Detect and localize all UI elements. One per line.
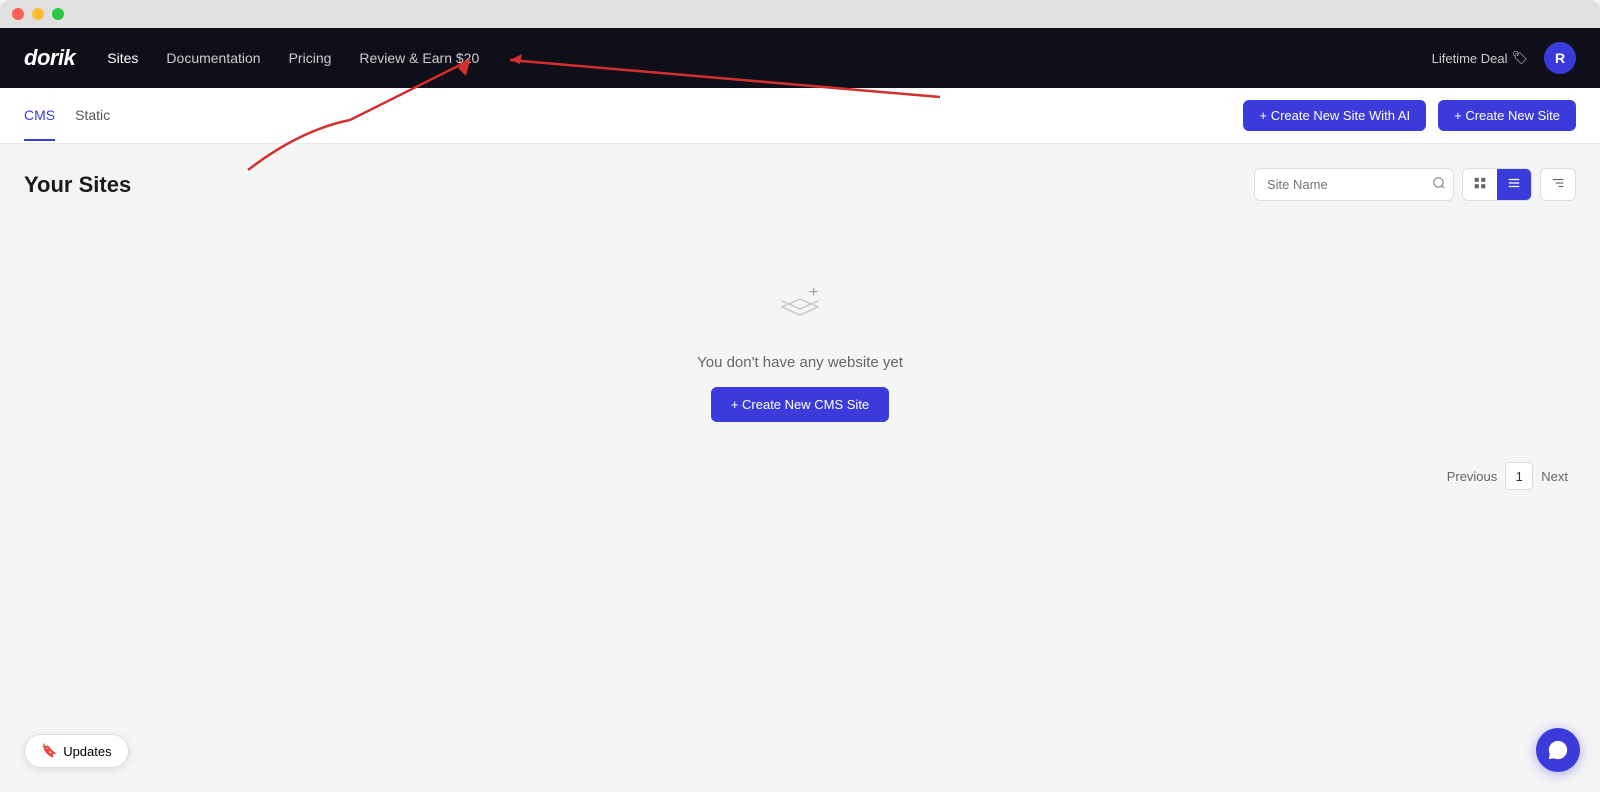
page-header: Your Sites <box>24 168 1576 201</box>
navbar-right: Lifetime Deal 🏷 R <box>1432 42 1576 74</box>
pagination: Previous 1 Next <box>24 462 1576 490</box>
sort-button[interactable] <box>1540 168 1576 201</box>
page-title: Your Sites <box>24 172 131 198</box>
nav-sites[interactable]: Sites <box>107 50 138 66</box>
lifetime-deal-link[interactable]: Lifetime Deal 🏷 <box>1432 50 1528 66</box>
tab-static[interactable]: Static <box>75 91 110 141</box>
chat-button[interactable] <box>1536 728 1580 772</box>
search-button[interactable] <box>1432 176 1446 193</box>
create-cms-site-button[interactable]: + Create New CMS Site <box>711 387 889 422</box>
updates-icon: 🔖 <box>41 743 57 759</box>
grid-icon <box>1473 176 1487 190</box>
navbar: dorik Sites Documentation Pricing Review… <box>0 28 1600 88</box>
search-bar-row <box>1254 168 1576 201</box>
updates-button[interactable]: 🔖 Updates <box>24 734 129 768</box>
title-bar <box>0 0 1600 28</box>
chat-icon <box>1547 739 1569 761</box>
list-icon <box>1507 176 1521 190</box>
pagination-page-1[interactable]: 1 <box>1505 462 1533 490</box>
lifetime-deal-label: Lifetime Deal <box>1432 51 1508 66</box>
nav-pricing[interactable]: Pricing <box>289 50 332 66</box>
view-toggle <box>1462 168 1532 201</box>
sub-header-left: CMS Static <box>24 91 130 141</box>
minimize-button[interactable] <box>32 8 44 20</box>
svg-text:+: + <box>809 284 818 301</box>
site-type-tabs: CMS Static <box>24 91 130 141</box>
create-new-site-with-ai-button[interactable]: + Create New Site With AI <box>1243 100 1426 131</box>
pagination-previous[interactable]: Previous <box>1447 469 1498 484</box>
pagination-next[interactable]: Next <box>1541 469 1568 484</box>
empty-state: + You don't have any website yet + Creat… <box>24 281 1576 422</box>
search-icon <box>1432 176 1446 190</box>
search-wrap <box>1254 168 1454 201</box>
empty-text: You don't have any website yet <box>697 354 903 371</box>
search-input[interactable] <box>1254 168 1454 201</box>
lifetime-deal-icon: 🏷 <box>1511 50 1528 66</box>
close-button[interactable] <box>12 8 24 20</box>
sub-header-right: + Create New Site With AI + Create New S… <box>1243 100 1576 131</box>
nav-documentation[interactable]: Documentation <box>166 50 260 66</box>
empty-state-icon: + <box>774 281 826 338</box>
sub-header: CMS Static + Create New Site With AI + C… <box>0 88 1600 144</box>
grid-view-button[interactable] <box>1463 169 1497 200</box>
tab-cms[interactable]: CMS <box>24 91 55 141</box>
create-new-site-button[interactable]: + Create New Site <box>1438 100 1576 131</box>
logo[interactable]: dorik <box>24 45 75 71</box>
main-content: Your Sites <box>0 144 1600 792</box>
list-view-button[interactable] <box>1497 169 1531 200</box>
user-avatar[interactable]: R <box>1544 42 1576 74</box>
maximize-button[interactable] <box>52 8 64 20</box>
nav-items: Sites Documentation Pricing Review & Ear… <box>107 50 1431 66</box>
nav-review-earn[interactable]: Review & Earn $20 <box>359 50 479 66</box>
updates-label: Updates <box>63 744 111 759</box>
sort-icon <box>1551 176 1565 190</box>
